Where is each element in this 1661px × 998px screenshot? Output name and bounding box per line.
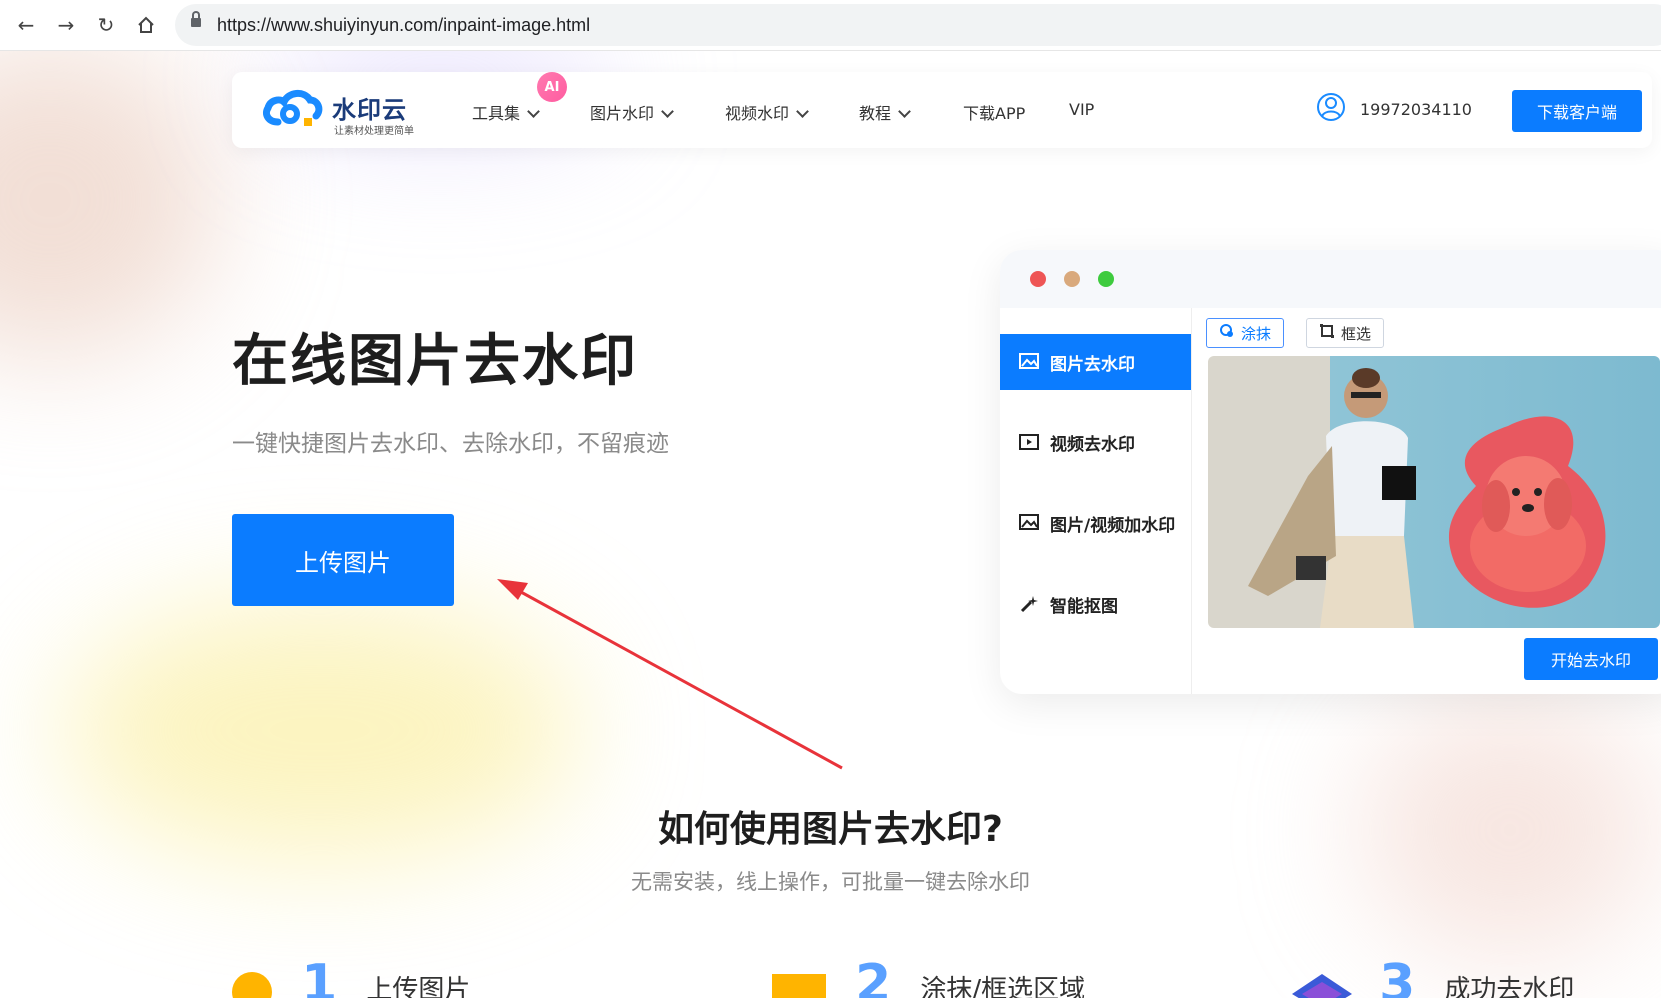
page-subtitle: 一键快捷图片去水印、去除水印，不留痕迹 [232,431,669,457]
sidebar-item-cutout[interactable]: 智能抠图 [1000,576,1191,632]
nav-tutorial-label: 教程 [859,104,892,123]
step-label: 成功去水印 [1444,975,1575,998]
sidebar-item-add-watermark[interactable]: 图片/视频加水印 [1000,495,1191,551]
lock-icon [191,11,201,27]
brush-icon [1219,323,1235,343]
chevron-down-icon [898,105,911,118]
logo-text: 水印云 [332,96,407,124]
smear-tool-label: 涂抹 [1241,324,1272,343]
forward-icon[interactable]: → [50,9,82,41]
step-item: 2 涂抹/框选区域 [772,958,1085,998]
home-icon[interactable] [130,9,162,41]
page-title: 在线图片去水印 [232,329,638,394]
user-avatar-icon[interactable] [1316,92,1346,122]
nav-image-watermark-label: 图片水印 [590,104,655,123]
chevron-down-icon [796,105,809,118]
nav-video-watermark-label: 视频水印 [725,104,790,123]
step-item: 1 上传图片 [232,958,470,998]
site-logo[interactable]: 水印云 让素材处理更简单 [260,84,420,137]
sidebar-item-label: 智能抠图 [1050,596,1118,617]
step-number: 3 [1379,958,1416,998]
section-subtitle: 无需安装，线上操作，可批量一键去除水印 [631,870,1030,894]
nav-tutorial[interactable]: 教程 [859,100,911,124]
window-titlebar [1000,250,1661,308]
start-remove-button[interactable]: 开始去水印 [1524,638,1658,680]
magic-wand-icon [1018,594,1040,614]
sample-photo [1208,356,1660,628]
site-header: 水印云 让素材处理更简单 工具集 AI 图片水印 视频水印 教程 下载APP V… [232,72,1652,148]
smear-tool-button[interactable]: 涂抹 [1206,318,1285,348]
image-icon [1018,352,1040,372]
step-label: 上传图片 [366,975,471,998]
box-select-tool-button[interactable]: 框选 [1306,318,1385,348]
sidebar-item-label: 图片去水印 [1050,354,1135,375]
sidebar-item-label: 视频去水印 [1050,434,1135,455]
download-client-button[interactable]: 下载客户端 [1512,90,1642,132]
box-select-tool-label: 框选 [1341,324,1372,343]
nav-vip[interactable]: VIP [1069,100,1094,119]
reload-icon[interactable]: ↻ [90,9,122,41]
preview-sidebar: 图片去水印 视频去水印 图片/视频加水印 智能抠图 [1000,308,1192,694]
logo-tagline: 让素材处理更简单 [334,126,414,137]
video-icon [1018,432,1040,452]
address-bar[interactable]: https://www.shuiyinyun.com/inpaint-image… [175,4,1661,46]
close-dot-icon [1030,271,1046,287]
minimize-dot-icon [1064,271,1080,287]
back-icon[interactable]: ← [10,9,42,41]
step-circle-icon [232,972,272,998]
upload-image-button[interactable]: 上传图片 [232,514,454,606]
nav-download-app[interactable]: 下载APP [963,100,1025,124]
user-phone[interactable]: 19972034110 [1360,100,1472,119]
nav-image-watermark[interactable]: 图片水印 [590,100,674,124]
url-text: https://www.shuiyinyun.com/inpaint-image… [217,15,591,35]
nav-tools-label: 工具集 [472,104,521,123]
step-item: 3 成功去水印 [1290,958,1574,998]
sidebar-item-image-remove[interactable]: 图片去水印 [1000,334,1191,390]
chevron-down-icon [527,105,540,118]
sidebar-item-label: 图片/视频加水印 [1050,515,1176,536]
step-number: 1 [301,958,338,998]
step-layers-icon [1290,972,1354,998]
chevron-down-icon [661,105,674,118]
maximize-dot-icon [1098,271,1114,287]
step-label: 涂抹/框选区域 [920,975,1086,998]
sidebar-item-video-remove[interactable]: 视频去水印 [1000,414,1191,470]
step-number: 2 [855,958,892,998]
image-add-icon [1018,513,1040,533]
cloud-logo-icon [262,90,323,126]
section-title: 如何使用图片去水印? [658,809,1003,850]
crop-icon [1319,323,1335,343]
step-square-icon [772,974,826,998]
app-preview: 图片去水印 视频去水印 图片/视频加水印 智能抠图 涂抹 框选 开始去水印 [1000,250,1661,694]
browser-toolbar: ← → ↻ https://www.shuiyinyun.com/inpaint… [0,0,1661,51]
nav-video-watermark[interactable]: 视频水印 [725,100,809,124]
ai-badge: AI [537,72,567,102]
nav-tools[interactable]: 工具集 [472,100,540,124]
